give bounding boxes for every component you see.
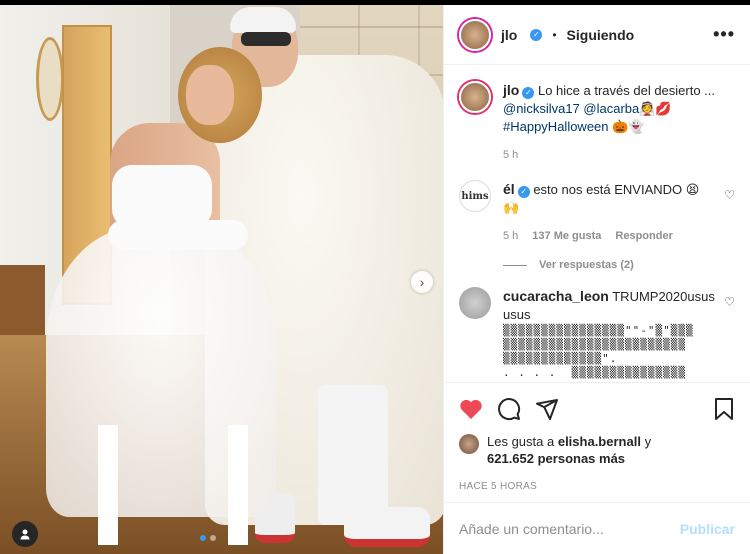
more-options-icon[interactable]: ••• [713, 24, 735, 45]
verified-badge-icon: ✓ [517, 186, 530, 198]
carousel-dots [200, 535, 216, 541]
comment-text: TRUMP2020usus [612, 289, 715, 304]
bookmark-icon[interactable] [713, 397, 735, 426]
avatar[interactable] [459, 18, 491, 51]
photo-mirror [36, 37, 64, 121]
comment-likes[interactable]: 137 Me gusta [532, 227, 601, 245]
comment-time[interactable]: 5 h [503, 227, 518, 245]
author-username[interactable]: jlo [501, 27, 517, 43]
comment-text: 🙌 [503, 200, 520, 215]
comment-username[interactable]: cucaracha_leon [503, 288, 609, 304]
likes-count[interactable]: 621.652 personas más [487, 451, 625, 466]
view-replies-label: Ver respuestas (2) [539, 259, 634, 271]
avatar[interactable]: hims [459, 180, 491, 212]
comment: hims él ✓ esto nos está ENVIANDO 😫 🙌 5 h … [459, 180, 735, 245]
post-header: jlo ✓ • Siguiendo ••• [444, 5, 750, 65]
photo-woman-face [186, 65, 234, 125]
caption-text: Lo hice a través del desierto ... [537, 83, 716, 98]
verified-badge-icon: ✓ [530, 28, 543, 41]
comment-text: esto nos está ENVIANDO 😫 [533, 182, 700, 197]
post-actions: Les gusta a elisha.bernall y 621.652 per… [444, 382, 750, 502]
carousel-dot-active [200, 535, 206, 541]
caption: jlo ✓ Lo hice a través del desierto ... @… [459, 81, 735, 164]
publish-button[interactable]: Publicar [680, 521, 735, 537]
post-modal: › jlo ✓ • Siguiendo ••• jlo ✓ Lo hice a t… [0, 5, 750, 554]
photo-woman-legs [98, 425, 248, 545]
likes-suffix: y [644, 434, 652, 449]
separator-dot: • [552, 27, 557, 42]
view-replies-button[interactable]: Ver respuestas (2) [503, 259, 735, 271]
following-button[interactable]: Siguiendo [567, 27, 635, 43]
comment-like-heart-icon[interactable]: ♡ [724, 188, 735, 202]
comment-icon[interactable] [497, 397, 521, 426]
photo-man-pants [318, 385, 388, 525]
comment-composer: Publicar [444, 502, 750, 554]
comment-input[interactable] [459, 520, 680, 537]
carousel-dot [210, 535, 216, 541]
user-tag-icon[interactable] [12, 521, 38, 547]
photo-man-cap [230, 7, 296, 33]
comment: cucaracha_leon TRUMP2020usus usus ▒▒▒▒▒▒… [459, 287, 735, 380]
caption-emoji: 👰💋 [639, 101, 672, 116]
photo-man-glasses [241, 32, 291, 46]
caption-hashtag[interactable]: #HappyHalloween [503, 119, 609, 134]
post-time-ago[interactable]: HACE 5 HORAS [459, 481, 735, 492]
comments-list[interactable]: jlo ✓ Lo hice a través del desierto ... @… [444, 65, 750, 382]
comment-garbled-text: ▒▒▒▒▒▒▒▒▒▒▒▒▒▒▒▒""-"▒"▒▒▒ ▒▒▒▒▒▒▒▒▒▒▒▒▒▒… [503, 324, 694, 379]
reply-button[interactable]: Responder [615, 227, 672, 245]
likes-user[interactable]: elisha.bernall [558, 434, 641, 449]
share-icon[interactable] [535, 397, 559, 426]
comment-text: usus [503, 307, 531, 322]
comment-username[interactable]: él [503, 181, 515, 197]
likes-summary: Les gusta a elisha.bernall y 621.652 per… [459, 433, 735, 467]
verified-badge-icon: ✓ [522, 87, 535, 99]
avatar[interactable] [459, 434, 479, 454]
avatar[interactable] [459, 81, 491, 113]
caption-time[interactable]: 5 h [503, 146, 518, 164]
photo-shoe [344, 507, 430, 547]
caption-username[interactable]: jlo [503, 82, 519, 98]
photo-glove [108, 220, 248, 250]
photo-stairs [0, 265, 45, 335]
post-sidebar: jlo ✓ • Siguiendo ••• jlo ✓ Lo hice a tra… [443, 5, 750, 554]
comment-like-heart-icon[interactable]: ♡ [724, 295, 735, 309]
heart-icon[interactable] [459, 398, 483, 425]
likes-prefix: Les gusta a [487, 434, 555, 449]
replies-divider [503, 264, 527, 266]
post-photo[interactable]: › [0, 5, 443, 554]
chevron-right-icon[interactable]: › [411, 271, 433, 293]
caption-mentions[interactable]: @nicksilva17 @lacarba [503, 101, 639, 116]
caption-emoji: 🎃👻 [612, 119, 645, 134]
avatar[interactable] [459, 287, 491, 319]
